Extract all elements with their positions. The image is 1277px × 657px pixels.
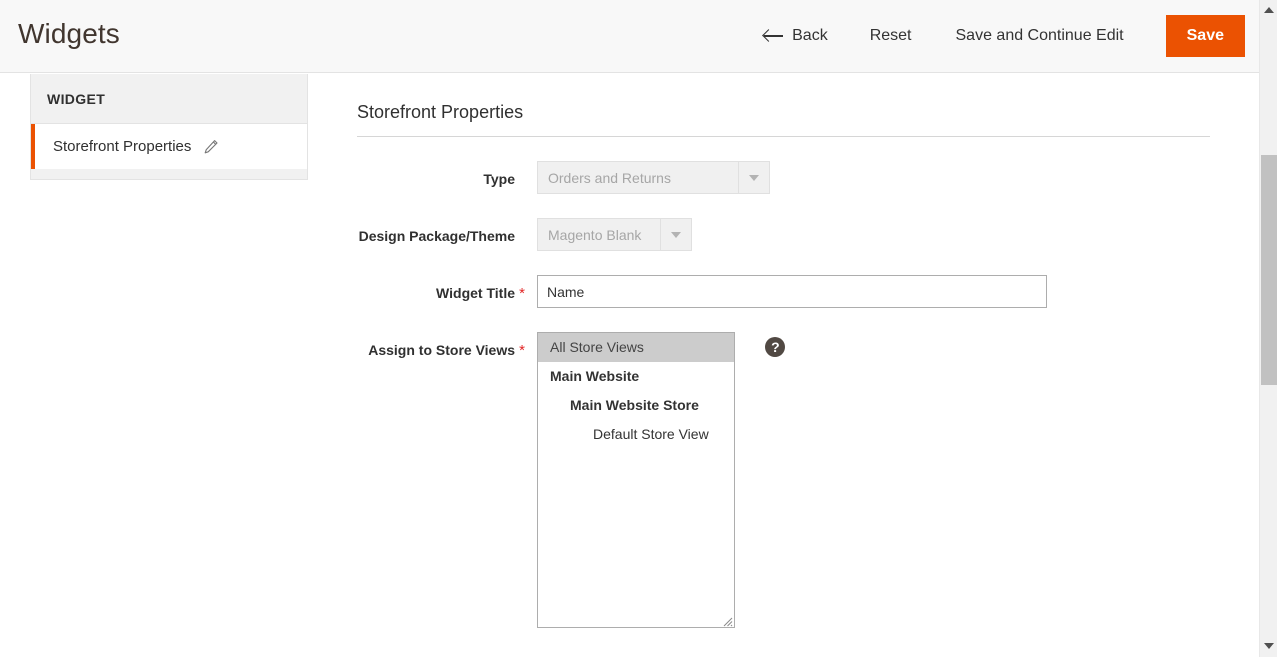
form-row-type: Type Orders and Returns xyxy=(357,161,1237,194)
pencil-icon[interactable] xyxy=(203,139,219,155)
question-mark-icon[interactable]: ? xyxy=(765,337,786,357)
chevron-down-icon xyxy=(660,219,691,250)
scrollbar-up-arrow-icon[interactable] xyxy=(1260,1,1277,18)
store-view-option-main-website-store[interactable]: Main Website Store xyxy=(538,391,734,420)
arrow-left-icon xyxy=(764,29,784,43)
vertical-scrollbar[interactable] xyxy=(1259,0,1277,657)
sidebar-section-title: WIDGET xyxy=(30,74,308,124)
store-view-option-main-website[interactable]: Main Website xyxy=(538,362,734,391)
type-select-value: Orders and Returns xyxy=(548,169,671,186)
form-row-design-theme: Design Package/Theme Magento Blank xyxy=(357,218,1237,251)
page-title: Widgets xyxy=(18,18,120,49)
back-button[interactable]: Back xyxy=(754,21,848,51)
sidebar: WIDGET Storefront Properties xyxy=(30,74,308,180)
save-and-continue-edit-button[interactable]: Save and Continue Edit xyxy=(934,21,1146,51)
sidebar-list: Storefront Properties xyxy=(30,124,308,180)
type-label: Type xyxy=(483,171,515,187)
widget-title-label: Widget Title xyxy=(436,285,515,301)
page-root: Widgets Back Reset Save and Continue Edi… xyxy=(0,0,1277,657)
back-button-label: Back xyxy=(792,27,828,44)
form-row-store-views: Assign to Store Views * All Store Views … xyxy=(357,332,1237,633)
form-row-widget-title: Widget Title * xyxy=(357,275,1237,308)
header-actions: Back Reset Save and Continue Edit Save xyxy=(754,15,1245,57)
widget-title-field xyxy=(537,275,1047,308)
store-views-field: All Store Views Main Website Main Websit… xyxy=(537,332,786,633)
store-views-required-asterisk: * xyxy=(519,342,525,359)
save-button[interactable]: Save xyxy=(1165,15,1245,57)
type-field: Orders and Returns xyxy=(537,161,770,194)
sidebar-item-label: Storefront Properties xyxy=(53,138,192,155)
design-theme-select[interactable]: Magento Blank xyxy=(537,218,692,251)
scrollbar-down-arrow-icon[interactable] xyxy=(1260,637,1277,654)
design-theme-field: Magento Blank xyxy=(537,218,692,251)
scrollbar-thumb[interactable] xyxy=(1261,155,1277,385)
type-select[interactable]: Orders and Returns xyxy=(537,161,770,194)
page-header: Widgets Back Reset Save and Continue Edi… xyxy=(0,0,1259,73)
store-views-multiselect[interactable]: All Store Views Main Website Main Websit… xyxy=(537,332,735,628)
design-theme-label: Design Package/Theme xyxy=(358,228,515,244)
widget-title-input[interactable] xyxy=(537,275,1047,308)
store-views-multiselect-wrapper: All Store Views Main Website Main Websit… xyxy=(537,332,735,628)
design-theme-select-value: Magento Blank xyxy=(548,226,642,243)
store-view-option-default-store-view[interactable]: Default Store View xyxy=(538,420,734,449)
sidebar-item-storefront-properties[interactable]: Storefront Properties xyxy=(31,124,307,169)
store-views-label: Assign to Store Views xyxy=(368,342,515,358)
chevron-down-icon xyxy=(738,162,769,193)
store-view-option-all-store-views[interactable]: All Store Views xyxy=(538,333,734,362)
main-content: Storefront Properties Type Orders and Re… xyxy=(357,74,1237,633)
widget-title-required-asterisk: * xyxy=(519,285,525,302)
section-title: Storefront Properties xyxy=(357,74,1210,137)
reset-button[interactable]: Reset xyxy=(848,21,934,51)
